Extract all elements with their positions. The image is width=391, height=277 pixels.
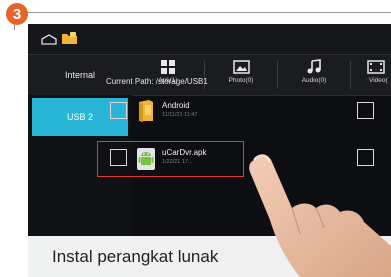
video-icon	[367, 60, 385, 74]
photo-icon	[232, 60, 250, 74]
category-toolbar: Internal Apk(1) Photo(0) Audio(0) Video(	[28, 54, 391, 96]
tab-audio[interactable]: Audio(0)	[278, 57, 350, 93]
tab-audio-label: Audio(0)	[301, 77, 327, 84]
pointing-hand-icon	[249, 154, 391, 277]
home-icon[interactable]	[41, 34, 57, 45]
folder-icon	[139, 100, 153, 122]
current-path: Current Path: /storage/USB1	[106, 77, 208, 86]
internal-storage-tab[interactable]: Internal	[28, 55, 132, 95]
file-date: 11/11/21 11:47	[162, 112, 198, 118]
file-name: Android	[162, 101, 190, 110]
folder-icon[interactable]	[61, 31, 78, 45]
tab-apk[interactable]: Apk(1)	[132, 57, 204, 93]
file-checkbox-right[interactable]	[357, 102, 374, 119]
frame-line	[14, 12, 391, 13]
tab-photo[interactable]: Photo(0)	[205, 57, 277, 93]
audio-icon	[307, 59, 321, 74]
top-bar	[28, 24, 391, 54]
file-checkbox[interactable]	[110, 102, 127, 119]
selection-highlight	[97, 141, 244, 177]
tab-photo-label: Photo(0)	[228, 77, 254, 84]
file-row[interactable]: Android 11/11/21 11:47	[106, 96, 374, 128]
step-number-badge: 3	[6, 3, 28, 25]
apk-icon	[161, 60, 175, 74]
sidebar-item-label: USB 2	[66, 112, 93, 122]
tab-video[interactable]: Video(	[351, 57, 391, 93]
caption-text: Instal perangkat lunak	[52, 247, 219, 266]
tab-video-label: Video(	[369, 77, 388, 84]
